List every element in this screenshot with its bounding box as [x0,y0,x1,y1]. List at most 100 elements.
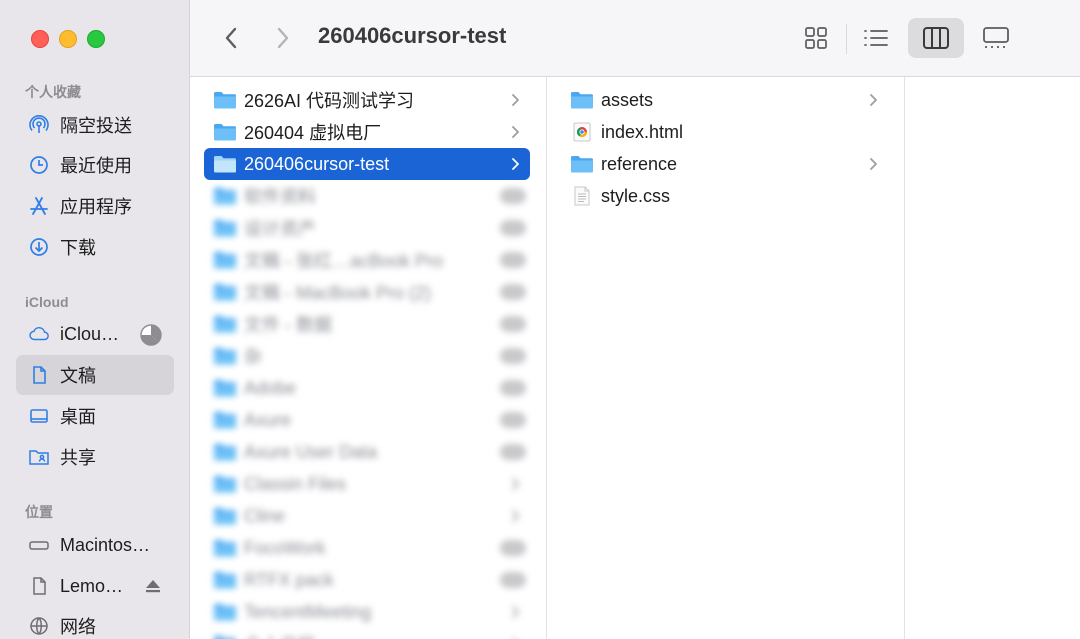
sidebar-item-label: 共享 [60,448,96,468]
folder-row[interactable]: 软件资料 [204,180,530,212]
minimize-button[interactable] [59,30,77,48]
sidebar-item-label: Macintos… [60,534,151,555]
folder-row[interactable]: RTFX pack [204,564,530,596]
folder-icon [213,442,237,462]
column-project: assets index.html reference style.css [547,77,905,639]
file-row[interactable]: assets [561,84,888,116]
file-name: Axure [244,409,292,430]
sidebar-item-lemo[interactable]: Lemo… [16,566,174,606]
folder-row[interactable]: FocoWork [204,532,530,564]
hard-drive-icon [28,534,50,556]
folder-row[interactable]: 个人文档 [204,628,530,639]
folder-row[interactable]: 文稿 - 张红…acBook Pro [204,244,530,276]
cloud-download-icon[interactable] [500,252,526,268]
window-title: 260406cursor-test [318,23,507,48]
folder-icon [213,570,237,590]
zoom-button[interactable] [87,30,105,48]
folder-row[interactable]: Axure [204,404,530,436]
file-row[interactable]: reference [561,148,888,180]
chevron-right-icon [277,27,289,49]
columns-icon [923,27,949,49]
sidebar-section-locations: 位置 [25,504,53,520]
file-name: 设计资产 [244,219,316,239]
column-view-button[interactable] [908,18,964,58]
cloud-download-icon[interactable] [500,316,526,332]
sidebar: 个人收藏 隔空投送 最近使用 应用程序 下载 iCloud iClou… 文稿 … [0,0,190,639]
folder-row[interactable]: Classin Files [204,468,530,500]
chevron-right-icon [508,509,522,523]
file-name: 文稿 - 张红…acBook Pro [244,251,444,271]
chevron-right-icon [866,93,880,107]
cloud-download-icon[interactable] [500,412,526,428]
folder-icon [213,634,237,639]
file-name: TencentMeeting [244,601,372,622]
sidebar-section-icloud: iCloud [25,294,69,310]
chevron-right-icon [508,605,522,619]
list-view-button[interactable] [848,18,904,58]
chevron-left-icon [225,27,237,49]
sidebar-section-favorites: 个人收藏 [25,84,81,100]
airdrop-icon [28,114,50,136]
gallery-view-button[interactable] [968,18,1024,58]
folder-icon [213,122,237,142]
cloud-download-icon[interactable] [500,284,526,300]
folder-row[interactable]: 文稿 - MacBook Pro (2) [204,276,530,308]
cloud-download-icon[interactable] [500,188,526,204]
chevron-right-icon [508,157,522,171]
folder-row[interactable]: Axure User Data [204,436,530,468]
forward-button[interactable] [270,22,296,54]
close-button[interactable] [31,30,49,48]
folder-row[interactable]: 文件 - 数据 [204,308,530,340]
document-icon [28,575,50,597]
file-name: style.css [601,185,671,206]
cloud-download-icon[interactable] [500,572,526,588]
toolbar-divider [846,24,847,54]
sidebar-item-applications[interactable]: 应用程序 [16,186,174,226]
eject-icon[interactable] [144,578,162,599]
cloud-download-icon[interactable] [500,220,526,236]
folder-icon [213,314,237,334]
cloud-download-icon[interactable] [500,444,526,460]
storage-pie-icon [140,324,162,351]
network-icon [28,615,50,637]
cloud-download-icon[interactable] [500,348,526,364]
sidebar-item-icloud-drive[interactable]: iClou… [16,314,174,354]
sidebar-item-shared[interactable]: 共享 [16,437,174,477]
sidebar-item-macintosh-hd[interactable]: Macintos… [16,525,174,565]
file-name: assets [601,89,654,110]
folder-row[interactable]: 2626AI 代码测试学习 [204,84,530,116]
file-name: Axure User Data [244,441,378,462]
cloud-download-icon[interactable] [500,380,526,396]
folder-row[interactable]: Cline [204,500,530,532]
back-button[interactable] [218,22,244,54]
file-name: 文稿 - MacBook Pro (2) [244,283,432,303]
folder-row[interactable]: Adobe [204,372,530,404]
folder-icon [213,410,237,430]
cloud-download-icon[interactable] [500,540,526,556]
sidebar-item-airdrop[interactable]: 隔空投送 [16,105,174,145]
folder-row[interactable]: 260404 虚拟电厂 [204,116,530,148]
folder-row[interactable]: 杂 [204,340,530,372]
sidebar-item-label: 网络 [60,617,96,637]
sidebar-item-documents[interactable]: 文稿 [16,355,174,395]
file-name: Adobe [244,377,297,398]
folder-icon [213,346,237,366]
folder-row[interactable]: TencentMeeting [204,596,530,628]
folder-icon [570,154,594,174]
file-row[interactable]: style.css [561,180,888,212]
folder-row[interactable]: 设计资产 [204,212,530,244]
sidebar-item-recents[interactable]: 最近使用 [16,145,174,185]
sidebar-item-network[interactable]: 网络 [16,606,174,639]
file-row[interactable]: index.html [561,116,888,148]
icon-view-button[interactable] [788,18,844,58]
file-name: 个人文档 [244,631,508,639]
folder-icon [213,250,237,270]
folder-icon [213,378,237,398]
folder-row[interactable]: 260406cursor-test [204,148,530,180]
sidebar-item-downloads[interactable]: 下载 [16,227,174,267]
sidebar-item-desktop[interactable]: 桌面 [16,396,174,436]
file-name: 260406cursor-test [244,153,390,174]
file-name: Cline [244,505,286,526]
folder-icon [213,90,237,110]
file-name: index.html [601,121,684,142]
